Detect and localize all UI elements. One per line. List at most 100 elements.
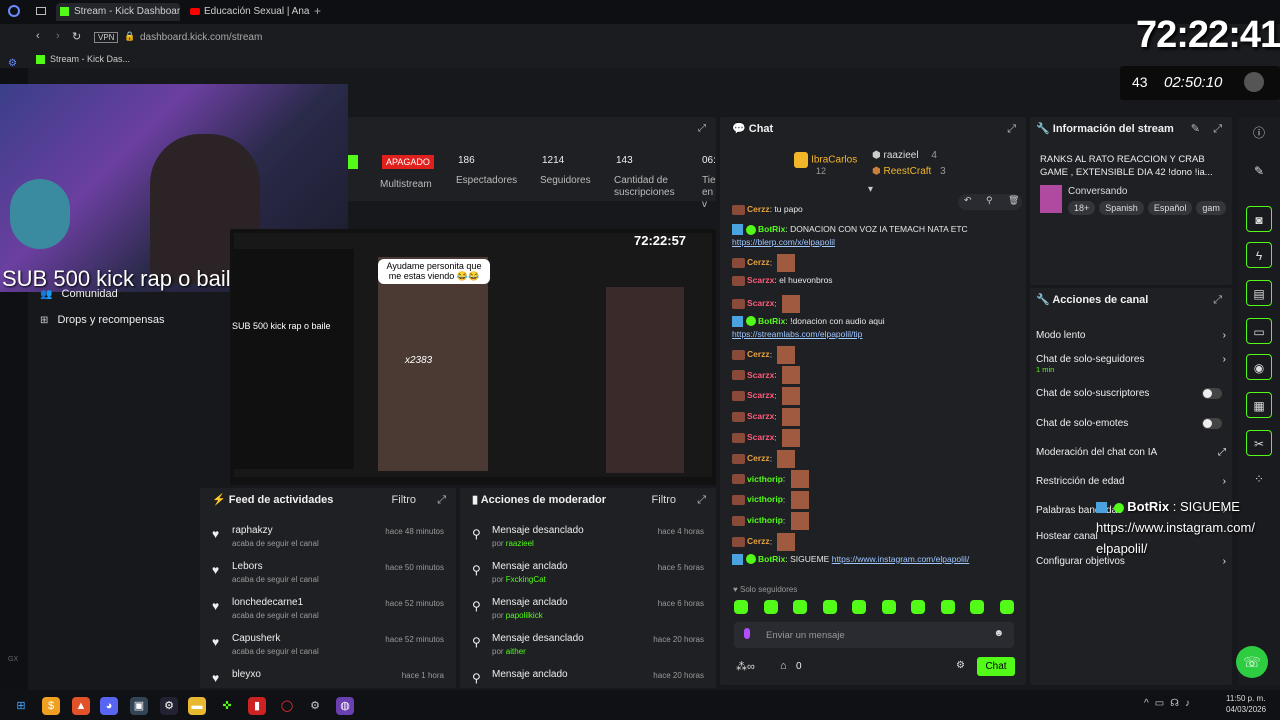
tools-icon[interactable]: ✂ <box>1246 430 1272 456</box>
undo-icon[interactable]: ↶ <box>964 195 972 206</box>
info-icon[interactable]: ⓘ <box>1246 120 1272 146</box>
reload-icon[interactable]: ↻ <box>72 30 81 43</box>
url-field[interactable]: dashboard.kick.com/stream <box>140 32 262 43</box>
new-tab-icon[interactable]: + <box>314 4 321 18</box>
mod-item[interactable]: ⚲ Mensaje desanclado por aither hace 20 hor… <box>468 633 708 667</box>
channel-action-item[interactable]: Restricción de edad › <box>1036 476 1226 496</box>
nav-drops[interactable]: ⊞ Drops y recompensas <box>40 314 210 328</box>
chat-link[interactable]: https://blerp.com/x/elpapolil <box>732 237 835 247</box>
tab-kick-dashboard[interactable]: Stream - Kick Dashboard <box>56 3 180 21</box>
gift-icon[interactable]: ⌂ <box>780 660 787 672</box>
emote-icon[interactable] <box>881 600 896 614</box>
chat-username[interactable]: Scarzx <box>747 370 774 380</box>
toggle-switch[interactable] <box>1202 418 1222 429</box>
chat-message[interactable]: Scarzx: <box>732 294 801 313</box>
chat-message[interactable]: BotRix: SIGUEME https://www.instagram.co… <box>732 554 969 565</box>
support-icon[interactable]: ☏ <box>1236 646 1268 678</box>
steam-icon[interactable]: ⚙ <box>160 697 178 715</box>
send-chat-button[interactable]: Chat <box>977 657 1015 676</box>
chat-message[interactable]: Cerzz: <box>732 254 796 272</box>
mod-user[interactable]: papolilkick <box>506 611 543 620</box>
chat-message[interactable]: Cerzz: <box>732 345 796 364</box>
chat-username[interactable]: Scarzx <box>747 275 774 285</box>
toggle-switch[interactable] <box>1202 388 1222 399</box>
chat-username[interactable]: Cerzz <box>747 257 770 267</box>
folder-icon[interactable]: ▬ <box>188 697 206 715</box>
activity-user[interactable]: Capusherk <box>232 633 280 644</box>
chat-username[interactable]: Scarzx <box>747 298 774 308</box>
mod-filter[interactable]: Filtro <box>652 488 676 512</box>
mod-item[interactable]: ⚲ Mensaje anclado por papolilkick hace 6 ho… <box>468 597 708 631</box>
chat-message[interactable]: BotRix: !donacion con audio aqui <box>732 316 885 327</box>
discord-icon[interactable]: ◕ <box>100 697 118 715</box>
chat-username[interactable]: Cerzz <box>747 204 770 214</box>
chat-username[interactable]: Cerzz <box>747 453 770 463</box>
activity-user[interactable]: bleyxo <box>232 669 261 680</box>
store-icon[interactable]: ▣ <box>130 697 148 715</box>
expand-icon[interactable]: ⤢ <box>437 488 446 512</box>
app-icon-yellow[interactable]: $ <box>42 697 60 715</box>
tab-overview-icon[interactable] <box>36 7 46 15</box>
trash-icon[interactable]: 🗑 <box>1008 195 1019 206</box>
chat-message[interactable]: victhorip: <box>732 512 809 530</box>
forward-icon[interactable]: › <box>56 30 60 42</box>
capture-icon[interactable]: ◙ <box>1246 206 1272 232</box>
mod-item[interactable]: ⚲ Mensaje anclado por FxckingCat hace 5 hor… <box>468 561 708 595</box>
windows-start-icon[interactable]: ⊞ <box>12 697 30 715</box>
back-icon[interactable]: ‹ <box>36 30 40 42</box>
activity-user[interactable]: Lebors <box>232 561 263 572</box>
chat-username[interactable]: Cerzz <box>747 536 770 546</box>
emote-icon[interactable] <box>999 600 1014 614</box>
channel-action-item[interactable]: Chat de solo-suscriptores <box>1036 388 1226 408</box>
mod-item[interactable]: ⚲ Mensaje desanclado por raazieel hace 4 ho… <box>468 525 708 559</box>
vpn-badge[interactable]: VPN <box>94 32 119 43</box>
emote-icon[interactable] <box>852 600 866 614</box>
sidebar-item-icon[interactable]: ⚙ <box>8 58 17 69</box>
emote-icon[interactable] <box>734 600 748 614</box>
chat-link[interactable]: https://www.instagram.com/elpapolil/ <box>832 554 969 564</box>
activity-item[interactable]: ♥ raphakzy acaba de seguir el canal hace 48… <box>208 525 448 559</box>
chat-message[interactable]: BotRix: DONACION CON VOZ IA TEMACH NATA … <box>732 224 968 236</box>
expand-icon[interactable]: ⤢ <box>698 123 706 134</box>
channel-action-item[interactable]: Configurar objetivos › <box>1036 556 1226 576</box>
chat-username[interactable]: BotRix <box>758 224 785 234</box>
more-icon[interactable]: ⁘ <box>1246 466 1272 492</box>
chat-bubble-icon[interactable]: ▭ <box>1246 318 1272 344</box>
chat-username[interactable]: victhorip <box>747 494 783 504</box>
chat-message[interactable]: Scarzx: el huevonbros <box>732 275 833 286</box>
tab-youtube[interactable]: Educación Sexual | Ana T... <box>186 3 310 21</box>
lightning-icon[interactable]: ϟ <box>1246 242 1272 268</box>
opera-gx-icon[interactable]: ◯ <box>278 697 296 715</box>
chat-username[interactable]: BotRix <box>758 554 785 564</box>
chat-message[interactable]: victhorip: <box>732 491 809 510</box>
tag-chip[interactable]: 18+ <box>1068 201 1096 215</box>
activity-item[interactable]: ♥ lonchedecarne1 acaba de seguir el canal h… <box>208 597 448 631</box>
chat-message[interactable]: Cerzz: <box>732 449 796 468</box>
tag-chip[interactable]: gam <box>1196 201 1226 215</box>
channel-action-item[interactable]: Chat de solo-emotes <box>1036 418 1226 438</box>
clipboard-icon[interactable]: ▤ <box>1246 280 1272 306</box>
tag-chip[interactable]: Español <box>1147 201 1193 215</box>
tray-icons[interactable]: ^▭☊♪ <box>1144 698 1196 709</box>
settings-app-icon[interactable]: ⚙ <box>306 697 324 715</box>
edit-icon[interactable]: ✎ <box>1191 117 1200 141</box>
chat-username[interactable]: Scarzx <box>747 411 774 421</box>
chat-message[interactable]: Scarzx: <box>732 408 801 426</box>
mic-icon[interactable] <box>744 628 750 639</box>
channel-action-item[interactable]: Moderación del chat con IA ⤢ <box>1036 447 1226 467</box>
mod-user[interactable]: raazieel <box>506 539 534 548</box>
expand-icon[interactable]: ⤢ <box>1213 288 1222 312</box>
chat-message[interactable]: Cerzz: <box>732 532 796 551</box>
expand-icon[interactable]: ⤢ <box>1007 117 1016 141</box>
activity-user[interactable]: lonchedecarne1 <box>232 597 303 608</box>
app-icon-purple[interactable]: ◍ <box>336 697 354 715</box>
chat-link[interactable]: https://streamlabs.com/elpapolil/tip <box>732 329 862 339</box>
mod-user[interactable]: FxckingCat <box>506 575 546 584</box>
chat-message[interactable]: victhorip: <box>732 470 809 489</box>
expand-icon[interactable]: ⤢ <box>697 488 706 512</box>
chat-username[interactable]: victhorip <box>747 474 783 484</box>
settings-icon[interactable]: ⚙ <box>956 660 965 671</box>
collapse-icon[interactable]: ▾ <box>868 184 873 195</box>
layout-icon[interactable]: ▦ <box>1246 392 1272 418</box>
sidebar-item-icon[interactable]: GX <box>8 656 18 663</box>
